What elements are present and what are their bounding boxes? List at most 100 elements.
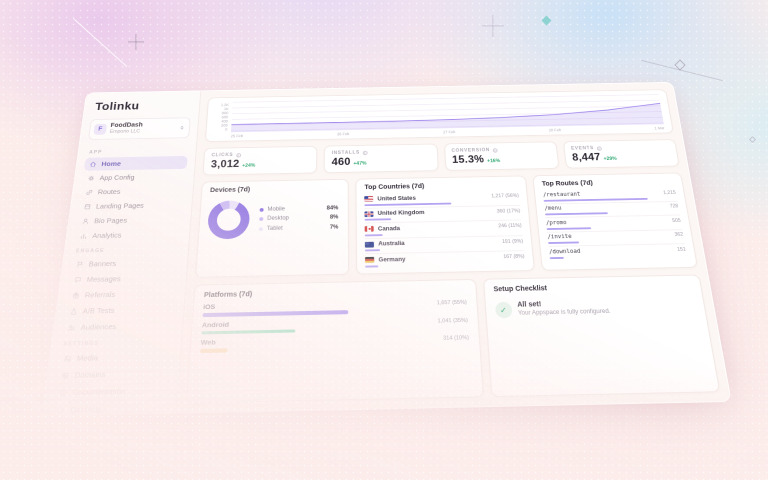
sidebar-footer: Documentation Get Help RW Ryan Whyte rya… bbox=[46, 382, 169, 416]
gear-icon bbox=[87, 175, 95, 182]
routes-title: Top Routes (7d) bbox=[542, 179, 675, 188]
country-value: 246 (11%) bbox=[498, 223, 522, 229]
stat-value: 460 bbox=[332, 157, 351, 168]
stat-delta: +29% bbox=[603, 156, 617, 161]
plus-decoration bbox=[128, 34, 144, 50]
uk-flag-icon bbox=[365, 211, 374, 217]
workspace-avatar: F bbox=[93, 124, 107, 135]
route-path: /download bbox=[549, 247, 674, 255]
legend-item: Mobile 84% bbox=[260, 205, 339, 212]
stat-delta: +16% bbox=[487, 159, 500, 164]
x-tick: 28 Feb bbox=[549, 128, 562, 132]
australia-flag-icon bbox=[365, 241, 374, 247]
x-tick: 26 Feb bbox=[337, 132, 349, 136]
country-value: 191 (9%) bbox=[502, 238, 523, 244]
middle-row: Devices (7d) Mobile 84% Desktop bbox=[195, 172, 698, 277]
legend-value: 84% bbox=[327, 205, 339, 211]
sidebar-item-banners[interactable]: Banners bbox=[70, 255, 179, 271]
checklist-status: All set! bbox=[517, 300, 610, 309]
legend-dot bbox=[259, 217, 263, 221]
sidebar-item-label: Routes bbox=[97, 188, 120, 196]
route-bar bbox=[548, 241, 580, 243]
stat-label: EVENTS bbox=[571, 146, 595, 152]
sidebar-item-label: Home bbox=[101, 160, 121, 168]
sidebar-item-domains[interactable]: Domains bbox=[55, 365, 171, 383]
link-icon bbox=[85, 189, 93, 196]
sidebar-item-referrals[interactable]: Referrals bbox=[66, 286, 177, 303]
platform-row: iOS1,657 (55%) bbox=[203, 299, 468, 317]
country-name: Canada bbox=[378, 223, 495, 232]
section-label-app: APP bbox=[89, 148, 186, 155]
flag-icon bbox=[76, 260, 85, 267]
sidebar-item-ab-tests[interactable]: A/B Tests bbox=[64, 302, 176, 319]
platform-bar bbox=[203, 310, 349, 316]
country-bar bbox=[365, 234, 382, 236]
legend-label: Desktop bbox=[267, 215, 326, 222]
sidebar-item-messages[interactable]: Messages bbox=[68, 270, 178, 287]
country-bar bbox=[365, 249, 379, 251]
checklist-text: All set! Your Appspace is fully configur… bbox=[517, 300, 611, 316]
legend-item: Tablet 7% bbox=[259, 224, 339, 231]
us-flag-icon bbox=[365, 196, 374, 202]
canada-flag-icon bbox=[365, 226, 374, 232]
devices-legend: Mobile 84% Desktop 8% Tablet 7% bbox=[259, 205, 341, 231]
sidebar-item-routes[interactable]: Routes bbox=[80, 184, 185, 199]
x-tick: 27 Feb bbox=[443, 130, 455, 134]
top-routes-card: Top Routes (7d) /restaurant1,215 /menu72… bbox=[532, 172, 698, 270]
users-icon bbox=[67, 324, 76, 332]
platform-name: Android bbox=[202, 321, 230, 329]
sidebar-item-bio-pages[interactable]: Bio Pages bbox=[76, 212, 183, 228]
checklist-detail: Your Appspace is fully configured. bbox=[518, 308, 611, 316]
flask-icon bbox=[69, 307, 78, 315]
workspace-selector[interactable]: F FoodDash Emporio LLC bbox=[88, 117, 191, 140]
top-countries-card: Top Countries (7d) United States1,217 (5… bbox=[356, 175, 535, 274]
y-tick: 0 bbox=[225, 127, 227, 131]
platforms-card: Platforms (7d) iOS1,657 (55%) Android1,0… bbox=[186, 279, 484, 404]
sidebar-item-get-help[interactable]: Get Help bbox=[50, 400, 168, 417]
route-path: /menu bbox=[544, 204, 666, 212]
info-icon[interactable] bbox=[493, 148, 498, 152]
traffic-chart-card: 1.2K 1K 800 600 400 200 0 25 Feb 26 bbox=[205, 89, 674, 142]
sidebar-item-app-config[interactable]: App Config bbox=[82, 170, 187, 185]
sidebar-item-documentation[interactable]: Documentation bbox=[53, 382, 170, 401]
platform-value: 1,041 (35%) bbox=[437, 317, 468, 324]
globe-icon bbox=[61, 371, 70, 379]
info-icon[interactable] bbox=[597, 146, 602, 150]
legend-label: Mobile bbox=[267, 206, 322, 212]
sidebar-item-home[interactable]: Home bbox=[84, 156, 188, 171]
info-icon[interactable] bbox=[236, 153, 241, 157]
gift-icon bbox=[72, 292, 81, 300]
section-label-engage: ENGAGE bbox=[76, 247, 178, 255]
sidebar-item-label: Get Help bbox=[70, 404, 102, 415]
sidebar-item-landing-pages[interactable]: Landing Pages bbox=[78, 198, 184, 214]
sidebar-item-audiences[interactable]: Audiences bbox=[62, 318, 175, 336]
country-value: 1,217 (56%) bbox=[491, 193, 519, 199]
route-value: 151 bbox=[677, 246, 687, 252]
stat-delta: +24% bbox=[242, 163, 255, 168]
layout-icon bbox=[83, 203, 91, 210]
checklist-item: ✓ All set! Your Appspace is fully config… bbox=[495, 298, 697, 318]
sidebar-nav: APP Home App Config Routes Landing Pages… bbox=[55, 143, 189, 385]
sidebar-item-label: Analytics bbox=[92, 231, 122, 240]
country-name: United Kingdom bbox=[378, 208, 494, 217]
image-icon bbox=[63, 354, 72, 362]
sidebar-item-media[interactable]: Media bbox=[57, 348, 172, 366]
chevron-up-down-icon bbox=[178, 125, 185, 131]
info-icon[interactable] bbox=[363, 150, 368, 154]
country-name: Germany bbox=[378, 254, 499, 263]
stat-value: 3,012 bbox=[211, 159, 240, 170]
country-name: United States bbox=[377, 193, 487, 201]
plus-decoration bbox=[482, 15, 504, 37]
country-name: Australia bbox=[378, 238, 498, 247]
sidebar-item-analytics[interactable]: Analytics bbox=[74, 227, 182, 243]
home-icon bbox=[89, 161, 97, 168]
route-value: 1,215 bbox=[663, 190, 676, 196]
workspace-company: Emporio LLC bbox=[109, 129, 175, 136]
sidebar-item-label: App Config bbox=[99, 173, 135, 182]
country-bar bbox=[365, 202, 452, 205]
country-row: Germany167 (8%) bbox=[365, 251, 525, 269]
sidebar-item-label: Banners bbox=[88, 259, 116, 268]
legend-dot bbox=[259, 227, 263, 231]
sidebar-item-label: Audiences bbox=[80, 322, 117, 332]
stat-card-clicks: CLICKS 3,012+24% bbox=[202, 146, 317, 176]
